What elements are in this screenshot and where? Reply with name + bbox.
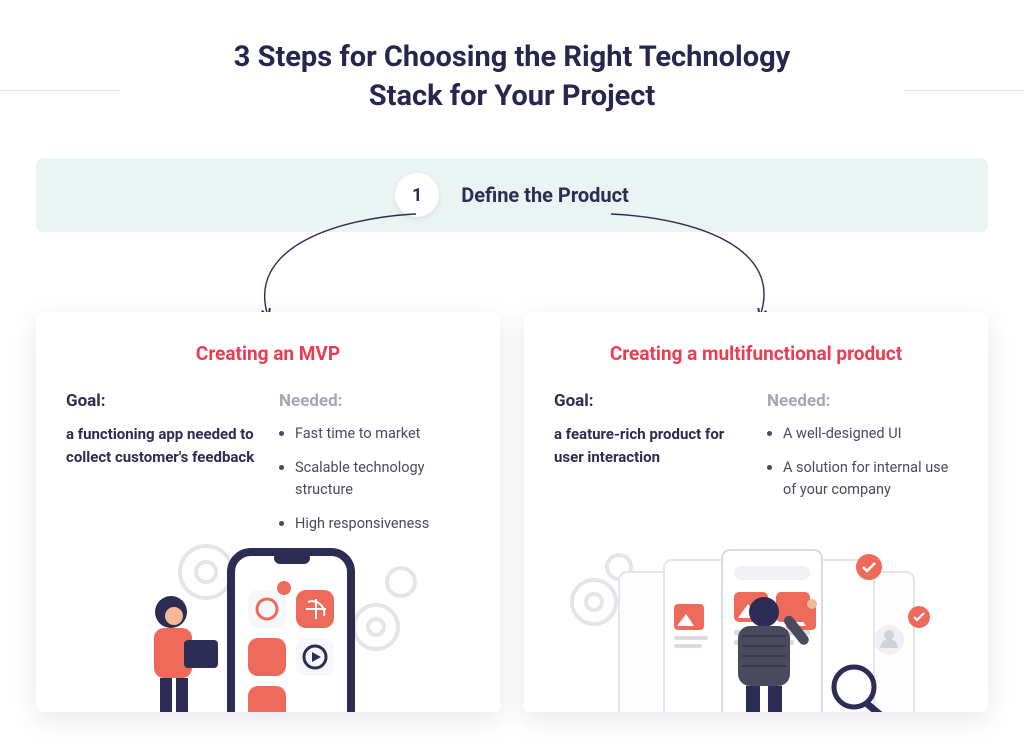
page-header: 3 Steps for Choosing the Right Technolog… (0, 0, 1024, 126)
list-item: Scalable technology structure (279, 457, 470, 501)
page-title: 3 Steps for Choosing the Right Technolog… (212, 38, 812, 116)
card-title: Creating an MVP (66, 342, 470, 365)
card-multifunctional: Creating a multifunctional product Goal:… (524, 312, 988, 712)
needed-label: Needed: (767, 391, 958, 411)
card-title: Creating a multifunctional product (554, 342, 958, 365)
goal-label: Goal: (66, 391, 257, 411)
needed-list: A well-designed UI A solution for intern… (767, 423, 958, 500)
list-item: A well-designed UI (767, 423, 958, 445)
goal-text: a functioning app needed to collect cust… (66, 423, 257, 468)
illustration-mvp (36, 512, 496, 712)
step-label: Define the Product (461, 183, 629, 207)
divider (0, 90, 120, 91)
needed-column: Needed: A well-designed UI A solution fo… (767, 391, 958, 512)
list-item: Fast time to market (279, 423, 470, 445)
goal-text: a feature-rich product for user interact… (554, 423, 745, 468)
illustration-multifunctional (524, 512, 984, 712)
needed-label: Needed: (279, 391, 470, 411)
goal-label: Goal: (554, 391, 745, 411)
step-number-badge: 1 (395, 173, 439, 217)
divider (904, 90, 1024, 91)
list-item: A solution for internal use of your comp… (767, 457, 958, 501)
goal-column: Goal: a feature-rich product for user in… (554, 391, 745, 512)
step-bar: 1 Define the Product (36, 158, 988, 232)
card-mvp: Creating an MVP Goal: a functioning app … (36, 312, 500, 712)
cards-row: Creating an MVP Goal: a functioning app … (36, 312, 988, 712)
